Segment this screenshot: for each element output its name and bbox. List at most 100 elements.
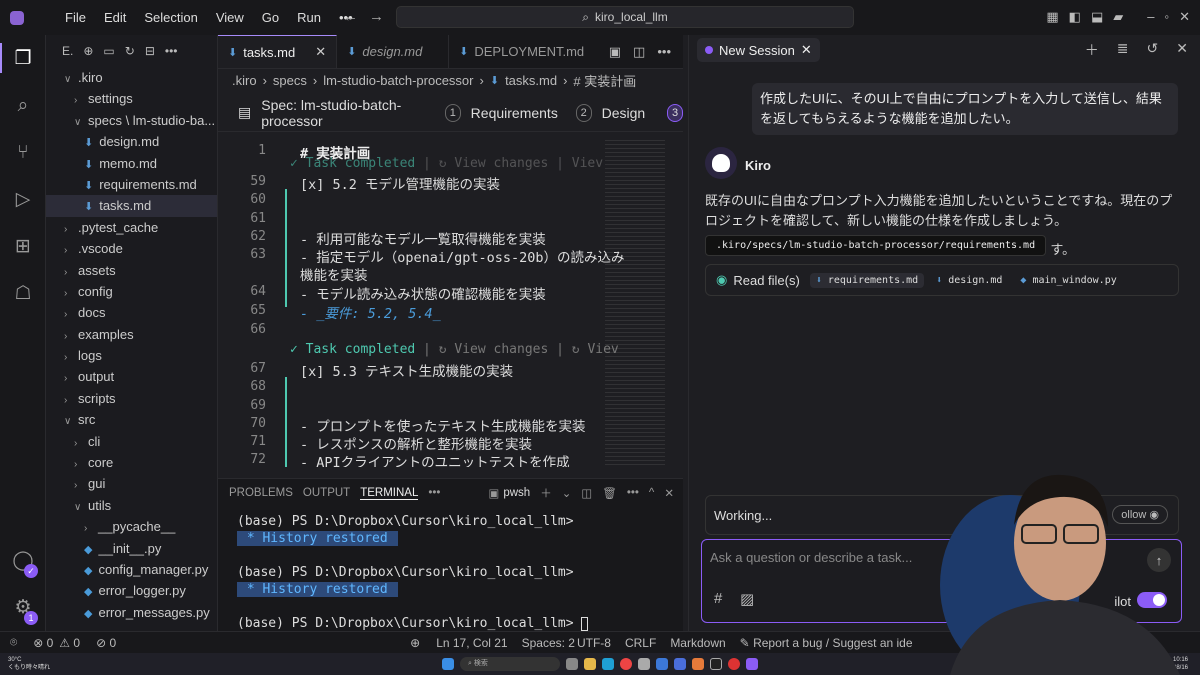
step-design[interactable]: Design	[602, 105, 646, 121]
source-control-icon[interactable]: ⑂	[0, 129, 46, 176]
menu-view[interactable]: View	[207, 10, 253, 25]
tree-item[interactable]: ⬇ design.md	[46, 131, 217, 152]
minimap[interactable]	[605, 137, 665, 467]
toggle-sidebar-icon[interactable]: ◧	[1069, 9, 1081, 25]
settings-gear-icon[interactable]: ⚙ 1	[0, 584, 46, 631]
tree-item[interactable]: ⬇ tasks.md	[46, 195, 217, 217]
minimize-icon[interactable]: –	[1147, 9, 1154, 25]
app-icon[interactable]	[692, 658, 704, 670]
breadcrumb-item[interactable]: lm-studio-batch-processor	[323, 73, 473, 88]
app-icon[interactable]	[728, 658, 740, 670]
zoom-icon[interactable]: ⊕	[410, 636, 420, 650]
back-arrow-icon[interactable]: ←	[343, 8, 358, 25]
tree-item[interactable]: › .vscode	[46, 238, 217, 259]
account-icon[interactable]: ◯ ✓	[0, 537, 46, 584]
kiro-app-icon[interactable]	[746, 658, 758, 670]
chrome-icon[interactable]	[620, 658, 632, 670]
trash-icon[interactable]: 🗑	[602, 486, 617, 500]
tree-item[interactable]: ◆ error_logger.py	[46, 580, 217, 601]
view-changes-link[interactable]: View changes	[454, 342, 548, 357]
session-tab[interactable]: New Session ✕	[697, 38, 820, 62]
tab-terminal[interactable]: TERMINAL	[360, 487, 419, 500]
command-search-box[interactable]: ⌕ kiro_local_llm	[396, 6, 854, 28]
tree-item[interactable]: › scripts	[46, 388, 217, 409]
new-terminal-icon[interactable]: ＋	[540, 485, 552, 501]
tree-item[interactable]: ◆ config_manager.py	[46, 559, 217, 580]
tree-item[interactable]: ∨ utils	[46, 495, 217, 516]
editor-more-icon[interactable]: •••	[657, 44, 671, 59]
word-icon[interactable]	[656, 658, 668, 670]
image-attach-icon[interactable]: ▨	[740, 590, 754, 608]
tree-item[interactable]: ⬇ requirements.md	[46, 174, 217, 195]
run-debug-icon[interactable]: ▷	[0, 176, 46, 223]
tree-item[interactable]: › assets	[46, 260, 217, 281]
tree-item[interactable]: › config	[46, 281, 217, 302]
split-editor-icon[interactable]: ◫	[633, 44, 645, 60]
tree-item[interactable]: ◆ error_messages.py	[46, 602, 217, 623]
more-actions-icon[interactable]: •••	[165, 44, 178, 58]
menu-go[interactable]: Go	[253, 10, 288, 25]
tab-output[interactable]: OUTPUT	[303, 487, 350, 499]
forward-arrow-icon[interactable]: →	[369, 8, 384, 25]
tree-item[interactable]: ∨ src	[46, 409, 217, 430]
breadcrumb-item[interactable]: tasks.md	[505, 73, 557, 88]
view-link[interactable]: Viev	[572, 156, 603, 171]
file-chip[interactable]: ◆ main_window.py	[1014, 273, 1122, 288]
shell-name[interactable]: pwsh	[503, 487, 530, 499]
code-editor[interactable]: 1 # 実装計画 ✓ Task completed | ↻ View chang…	[218, 137, 683, 467]
close-chat-icon[interactable]: ✕	[1176, 40, 1188, 60]
start-button-icon[interactable]	[442, 658, 454, 670]
hash-context-icon[interactable]: #	[714, 590, 722, 607]
breadcrumb-item[interactable]: # 実装計画	[573, 71, 636, 90]
outlook-icon[interactable]	[674, 658, 686, 670]
tree-item[interactable]: › .pytest_cache	[46, 217, 217, 238]
layout-grid-icon[interactable]: ▦	[1046, 9, 1058, 25]
tree-item[interactable]: › docs	[46, 302, 217, 323]
menu-file[interactable]: File	[56, 10, 95, 25]
edge-icon[interactable]	[602, 658, 614, 670]
report-bug-link[interactable]: ✎ Report a bug / Suggest an ide	[740, 636, 913, 650]
tree-item[interactable]: › logs	[46, 345, 217, 366]
view-changes-link[interactable]: View changes	[454, 156, 548, 171]
line-ending[interactable]: CRLF	[625, 636, 656, 650]
view-link[interactable]: Viev	[587, 342, 618, 357]
explorer-activity-icon[interactable]: ❐	[0, 35, 46, 82]
weather-widget[interactable]: 30°C くもり時々晴れ	[8, 656, 50, 672]
breadcrumb-item[interactable]: .kiro	[232, 73, 257, 88]
history-icon[interactable]: ↺	[1147, 40, 1159, 60]
app-icon[interactable]	[710, 658, 722, 670]
menu-selection[interactable]: Selection	[135, 10, 206, 25]
file-chip[interactable]: ⬇ design.md	[930, 273, 1008, 288]
step-requirements[interactable]: Requirements	[471, 105, 558, 121]
close-panel-icon[interactable]: ✕	[664, 486, 674, 500]
panel-actions-more-icon[interactable]: •••	[627, 487, 639, 499]
kiro-ghost-icon[interactable]: ☖	[0, 270, 46, 317]
chevron-down-icon[interactable]: ⌄	[562, 486, 572, 500]
menu-edit[interactable]: Edit	[95, 10, 135, 25]
tree-item[interactable]: › cli	[46, 431, 217, 452]
indentation[interactable]: Spaces: 2	[522, 636, 575, 650]
tree-item[interactable]: › settings	[46, 88, 217, 109]
new-session-icon[interactable]: ＋	[1085, 40, 1099, 60]
open-preview-icon[interactable]: ▣	[609, 44, 621, 60]
restore-icon[interactable]: ◦	[1164, 9, 1169, 25]
task-completed-label[interactable]: Task completed	[306, 342, 416, 357]
extensions-icon[interactable]: ⊞	[0, 223, 46, 270]
collapse-all-icon[interactable]: ⊟	[145, 44, 155, 58]
close-icon[interactable]: ✕	[315, 44, 326, 60]
tab-problems[interactable]: PROBLEMS	[229, 487, 293, 499]
menu-run[interactable]: Run	[288, 10, 330, 25]
tree-item[interactable]: ⬇ memo.md	[46, 153, 217, 174]
tree-item[interactable]: › output	[46, 366, 217, 387]
tab-design-md[interactable]: ⬇ design.md	[337, 35, 450, 68]
task-completed-label[interactable]: Task completed	[306, 156, 416, 171]
ports-icon[interactable]: ⊘ 0	[96, 636, 116, 650]
maximize-panel-icon[interactable]: ^	[649, 487, 654, 499]
encoding[interactable]: UTF-8	[577, 636, 611, 650]
tree-item[interactable]: › core	[46, 452, 217, 473]
tree-item[interactable]: ∨ .kiro	[46, 67, 217, 88]
tab-deployment-md[interactable]: ⬇ DEPLOYMENT.md	[449, 35, 594, 68]
explorer-app-icon[interactable]	[584, 658, 596, 670]
chat-icon[interactable]: ▰	[1113, 9, 1123, 25]
new-folder-icon[interactable]: ▭	[103, 44, 114, 58]
